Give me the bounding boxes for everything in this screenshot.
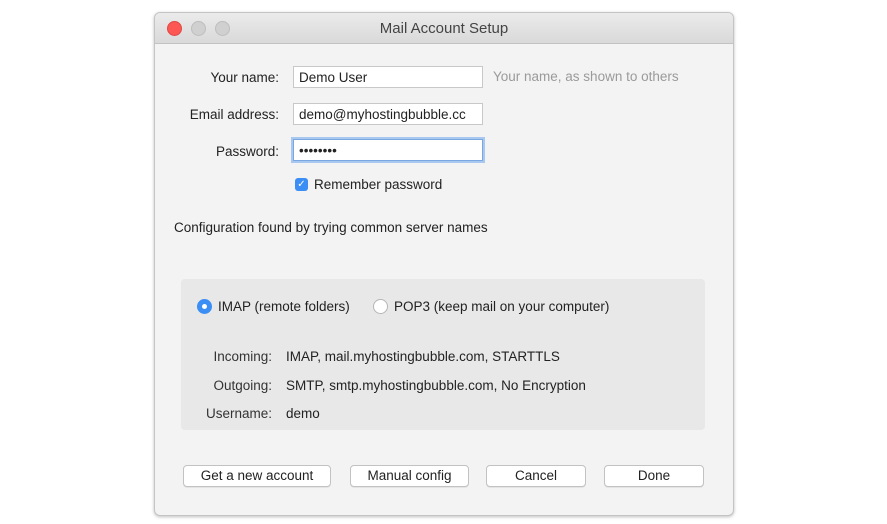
email-address-label: Email address: [189,107,279,122]
checkmark-icon: ✓ [297,179,306,190]
remember-password-checkbox[interactable]: ✓ [295,178,308,191]
email-address-input[interactable] [293,103,483,125]
imap-radio[interactable] [197,299,212,314]
username-value: demo [286,406,320,421]
your-name-input[interactable] [293,66,483,88]
remember-password-label[interactable]: Remember password [314,177,442,192]
password-label: Password: [215,144,279,159]
configuration-status-text: Configuration found by trying common ser… [174,220,488,235]
done-button[interactable]: Done [604,465,704,487]
incoming-label: Incoming: [213,349,272,364]
password-input[interactable] [293,139,483,161]
imap-radio-label[interactable]: IMAP (remote folders) [218,299,350,314]
pop3-radio[interactable] [373,299,388,314]
outgoing-label: Outgoing: [213,378,272,393]
mail-account-setup-window: Mail Account Setup Your name: Your name,… [154,12,734,516]
pop3-radio-label[interactable]: POP3 (keep mail on your computer) [394,299,609,314]
outgoing-value: SMTP, smtp.myhostingbubble.com, No Encry… [286,378,586,393]
incoming-value: IMAP, mail.myhostingbubble.com, STARTTLS [286,349,560,364]
title-bar[interactable]: Mail Account Setup [155,13,733,44]
your-name-hint: Your name, as shown to others [493,69,679,84]
server-config-panel: IMAP (remote folders) POP3 (keep mail on… [181,279,705,430]
cancel-button[interactable]: Cancel [486,465,586,487]
your-name-label: Your name: [210,70,279,85]
get-new-account-button[interactable]: Get a new account [183,465,331,487]
window-title: Mail Account Setup [379,20,509,37]
username-label: Username: [205,406,272,421]
manual-config-button[interactable]: Manual config [350,465,469,487]
